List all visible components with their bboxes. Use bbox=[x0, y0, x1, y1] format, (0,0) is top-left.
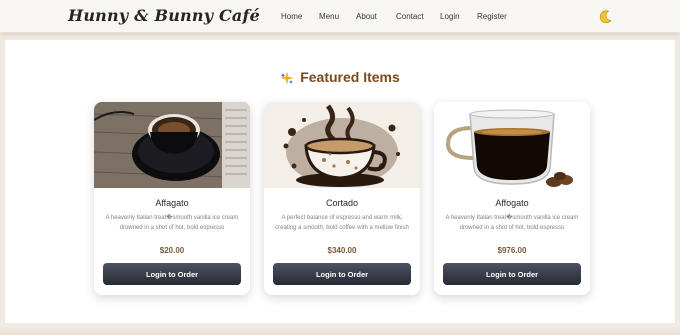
crescent-moon-icon bbox=[599, 10, 612, 24]
nav-register[interactable]: Register bbox=[477, 12, 507, 21]
coffee-cup-illustration bbox=[264, 102, 420, 188]
login-to-order-button[interactable]: Login to Order bbox=[103, 263, 241, 285]
login-to-order-button[interactable]: Login to Order bbox=[443, 263, 581, 285]
featured-title-text: Featured Items bbox=[300, 69, 400, 85]
featured-section-title: Featured Items bbox=[5, 69, 675, 88]
espresso-cup-photo bbox=[94, 102, 250, 188]
login-to-order-button[interactable]: Login to Order bbox=[273, 263, 411, 285]
menu-card-cortado: Cortado A perfect balance of espresso an… bbox=[264, 102, 420, 295]
footer-strip bbox=[0, 323, 680, 335]
theme-toggle-button[interactable] bbox=[597, 9, 613, 25]
item-description: A heavenly Italian treat�smooth vanilla … bbox=[445, 215, 579, 231]
nav-menu[interactable]: Menu bbox=[319, 12, 339, 21]
nav-about[interactable]: About bbox=[356, 12, 377, 21]
nav-login[interactable]: Login bbox=[440, 12, 460, 21]
item-price: $20.00 bbox=[159, 246, 185, 255]
item-name: Affagato bbox=[155, 198, 189, 208]
item-description: A perfect balance of espresso and warm m… bbox=[275, 215, 409, 231]
nav-home[interactable]: Home bbox=[281, 12, 302, 21]
item-price: $340.00 bbox=[327, 246, 357, 255]
nav-contact[interactable]: Contact bbox=[396, 12, 424, 21]
item-name: Cortado bbox=[325, 198, 359, 208]
menu-card-affogato: Affogato A heavenly Italian treat�smooth… bbox=[434, 102, 590, 295]
menu-card-affagato: Affagato A heavenly Italian treat�smooth… bbox=[94, 102, 250, 295]
item-description: A heavenly Italian treat�smooth vanilla … bbox=[105, 215, 239, 231]
item-name: Affogato bbox=[495, 198, 529, 208]
glass-espresso-photo bbox=[434, 102, 590, 188]
main-content: Featured Items Affagato A heavenly Itali… bbox=[5, 40, 675, 323]
navbar: Hunny & Bunny Café Home Menu About Conta… bbox=[0, 0, 680, 33]
brand-logo[interactable]: Hunny & Bunny Café bbox=[68, 6, 260, 25]
item-price: $976.00 bbox=[497, 246, 527, 255]
sparkle-icon bbox=[280, 71, 295, 88]
